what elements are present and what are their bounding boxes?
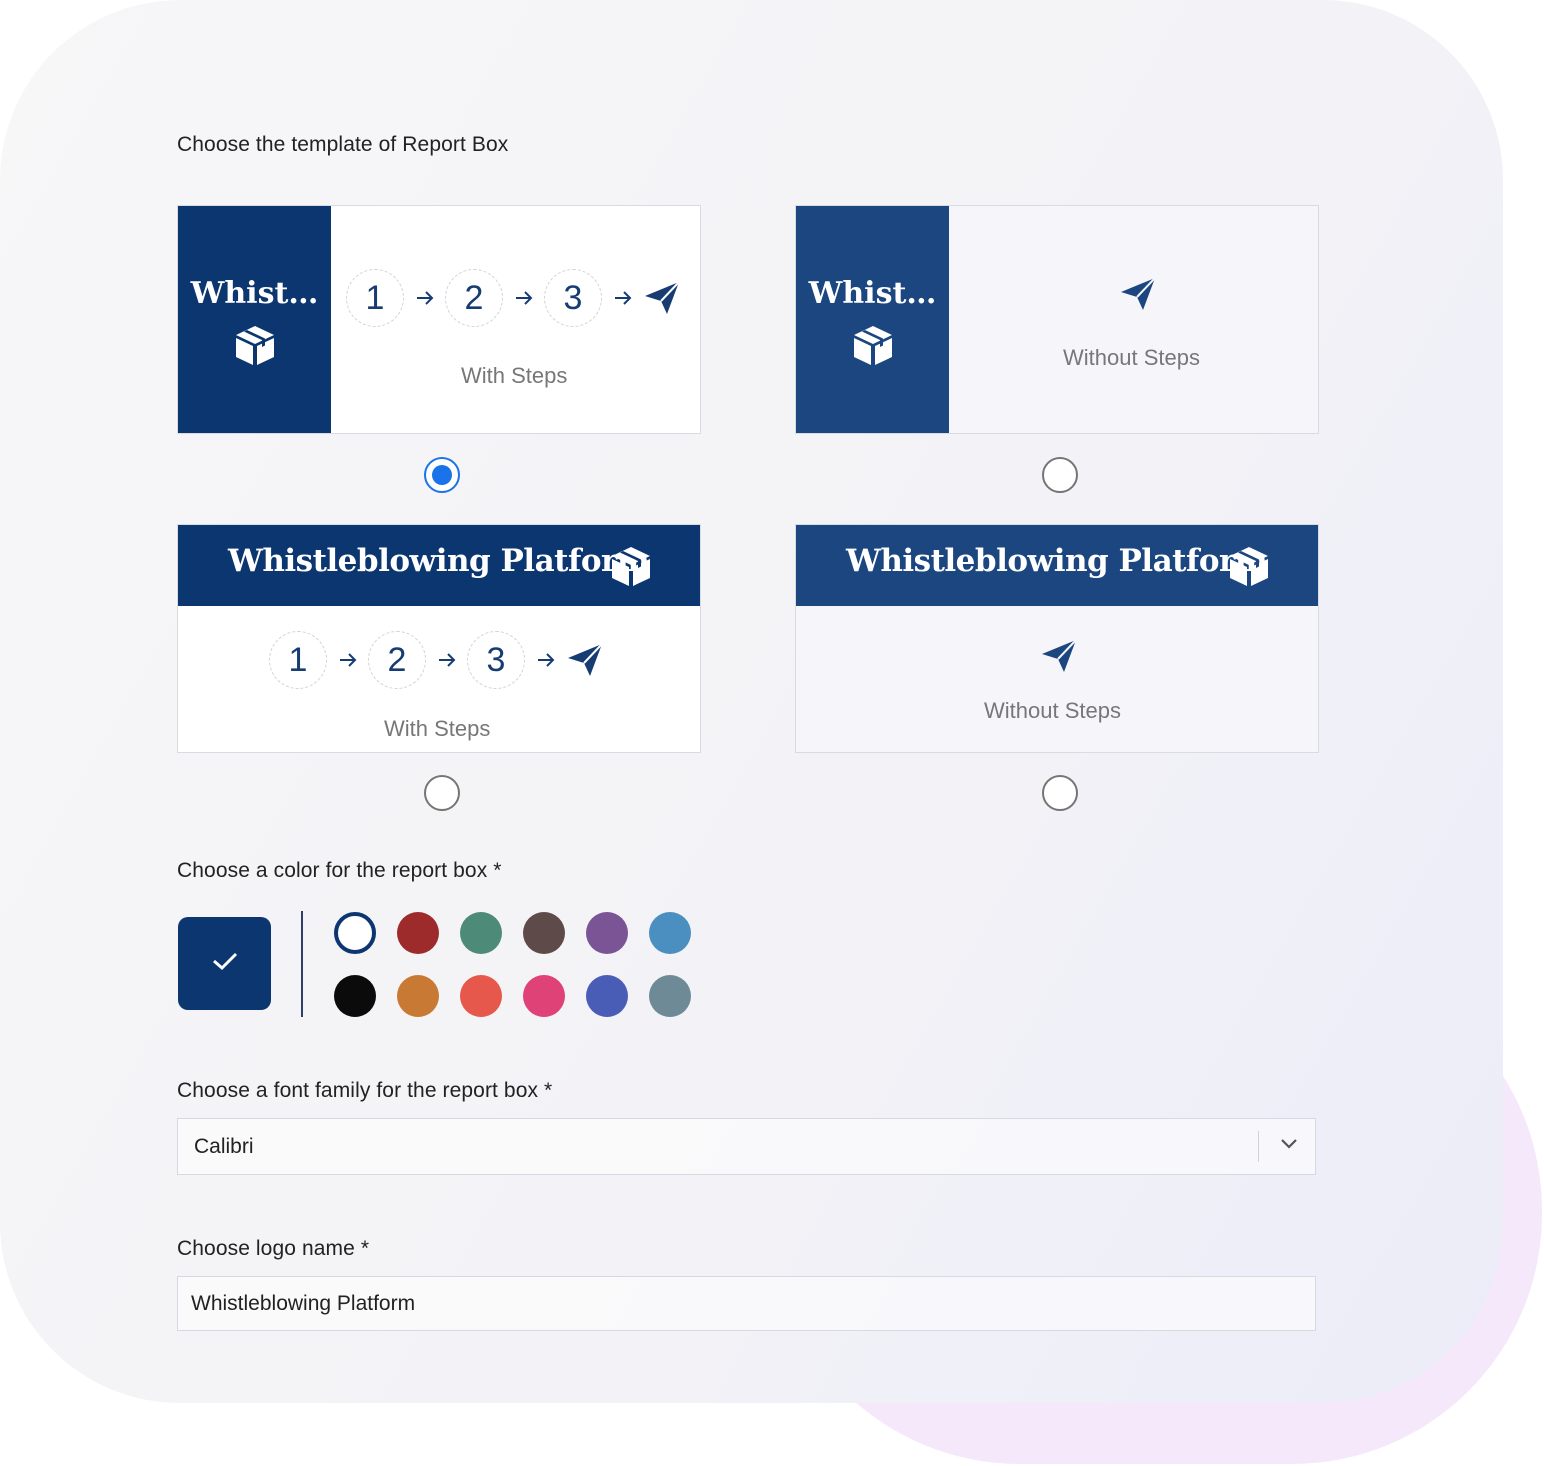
template-banner: Whistleblowing Platform — [796, 525, 1318, 606]
color-swatch[interactable] — [523, 912, 565, 954]
template-option-banner-without-steps[interactable]: Whistleblowing Platform Without Steps — [795, 524, 1319, 753]
template-caption: With Steps — [461, 363, 568, 388]
step-circle: 3 — [544, 269, 602, 327]
select-separator — [1258, 1131, 1259, 1162]
chevron-down-icon[interactable] — [1279, 1137, 1299, 1156]
check-icon — [211, 950, 239, 977]
color-swatch[interactable] — [334, 975, 376, 1017]
color-swatch[interactable] — [523, 975, 565, 1017]
color-swatch[interactable] — [460, 975, 502, 1017]
color-swatch[interactable] — [649, 975, 691, 1017]
arrow-right-icon — [503, 290, 544, 306]
template-option-banner-with-steps[interactable]: Whistleblowing Platform 1 2 3 With Steps — [177, 524, 701, 753]
steps-indicator: 1 2 3 — [269, 628, 604, 692]
paper-plane-icon — [1119, 276, 1157, 312]
color-swatch[interactable] — [397, 975, 439, 1017]
box-icon — [850, 322, 896, 373]
step-circle: 3 — [467, 631, 525, 689]
logo-name-input[interactable] — [177, 1276, 1316, 1331]
paper-plane-icon — [643, 280, 681, 316]
color-swatch[interactable] — [586, 912, 628, 954]
font-family-select[interactable]: Calibri — [177, 1118, 1316, 1175]
step-circle: 2 — [368, 631, 426, 689]
template-section-label: Choose the template of Report Box — [177, 133, 509, 156]
color-swatch[interactable] — [397, 912, 439, 954]
color-divider — [301, 911, 303, 1017]
arrow-right-icon — [404, 290, 445, 306]
arrow-right-icon — [602, 290, 643, 306]
arrow-right-icon — [426, 652, 467, 668]
box-icon — [608, 543, 654, 594]
template-radio-1[interactable] — [424, 457, 460, 493]
template-caption: Without Steps — [1063, 345, 1200, 370]
template-caption: With Steps — [384, 716, 491, 741]
step-circle: 1 — [269, 631, 327, 689]
step-circle: 2 — [445, 269, 503, 327]
paper-plane-icon — [566, 642, 604, 678]
template-logo-text: Whistleblowing Platform — [228, 543, 650, 579]
box-icon — [232, 322, 278, 373]
template-caption: Without Steps — [984, 698, 1121, 723]
template-option-side-without-steps[interactable]: Whist… Without Steps — [795, 205, 1319, 434]
settings-card: Choose the template of Report Box Whist…… — [0, 0, 1503, 1403]
template-option-side-with-steps[interactable]: Whist… 1 2 3 With Steps — [177, 205, 701, 434]
steps-indicator: 1 2 3 — [346, 266, 681, 330]
template-banner: Whistleblowing Platform — [178, 525, 700, 606]
template-logo-panel: Whist… — [178, 206, 331, 433]
color-swatch[interactable] — [460, 912, 502, 954]
color-swatch[interactable] — [586, 975, 628, 1017]
template-logo-text: Whistleblowing Platform — [846, 543, 1268, 579]
template-radio-4[interactable] — [1042, 775, 1078, 811]
page: Choose the template of Report Box Whist…… — [0, 0, 1544, 1466]
selected-color-swatch[interactable] — [178, 917, 271, 1010]
template-logo-panel: Whist… — [796, 206, 949, 433]
logo-section-label: Choose logo name * — [177, 1237, 370, 1260]
arrow-right-icon — [525, 652, 566, 668]
arrow-right-icon — [327, 652, 368, 668]
font-family-value: Calibri — [194, 1135, 254, 1158]
template-radio-2[interactable] — [1042, 457, 1078, 493]
template-radio-3[interactable] — [424, 775, 460, 811]
color-swatch[interactable] — [649, 912, 691, 954]
paper-plane-icon — [1040, 638, 1078, 674]
box-icon — [1226, 543, 1272, 594]
template-logo-text: Whist… — [808, 276, 937, 311]
color-section-label: Choose a color for the report box * — [177, 859, 502, 882]
color-swatch[interactable] — [334, 912, 376, 954]
template-logo-text: Whist… — [190, 276, 319, 311]
step-circle: 1 — [346, 269, 404, 327]
font-section-label: Choose a font family for the report box … — [177, 1079, 553, 1102]
